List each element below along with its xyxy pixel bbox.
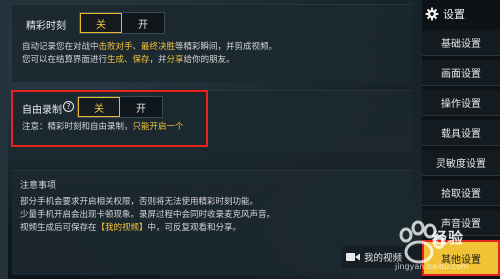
highlight-on-button[interactable]: 开 xyxy=(122,13,164,33)
red-annotation-box xyxy=(11,90,208,147)
sidebar-item-pickup[interactable]: 拾取设置 xyxy=(422,180,500,206)
highlight-moments-toggle: 关 开 xyxy=(79,12,165,34)
left-edge-strip xyxy=(0,0,8,279)
sidebar-item-basic[interactable]: 基础设置 xyxy=(422,30,500,56)
watermark-url: jingyan.baidu.com xyxy=(395,262,469,271)
settings-header: 设置 xyxy=(425,3,500,25)
sidebar-item-vehicle[interactable]: 载具设置 xyxy=(422,120,500,146)
settings-title: 设置 xyxy=(443,8,465,21)
sidebar-item-sensitivity[interactable]: 灵敏度设置 xyxy=(422,150,500,176)
watermark-text: 经验 xyxy=(432,229,465,247)
highlight-description-line2: 您可以在结算界面进行生成、保存，并分享给你的朋友。 xyxy=(22,55,235,65)
sidebar-item-graphics[interactable]: 画面设置 xyxy=(422,60,500,86)
notes-line2: 少量手机开启会出现卡顿现象。录屏过程中会同时收录麦克风声音。 xyxy=(20,210,276,220)
sidebar-item-controls[interactable]: 操作设置 xyxy=(422,90,500,116)
notes-title: 注意事项 xyxy=(20,181,57,191)
video-camera-icon xyxy=(346,253,360,261)
highlight-off-button[interactable]: 关 xyxy=(80,13,122,33)
highlight-description-line1: 自动记录您在对战中击败对手、最终决胜等精彩瞬间，并剪成视频。 xyxy=(22,42,278,52)
notes-line3: 视频生成后可保存在【我的视频】中，可反复观看和分享。 xyxy=(20,223,242,233)
highlight-moments-label: 精彩时刻 xyxy=(26,21,66,32)
gear-icon xyxy=(425,7,439,21)
notes-line1: 部分手机会要求开启相关权限，否则将无法使用精彩时刻功能。 xyxy=(20,197,259,207)
